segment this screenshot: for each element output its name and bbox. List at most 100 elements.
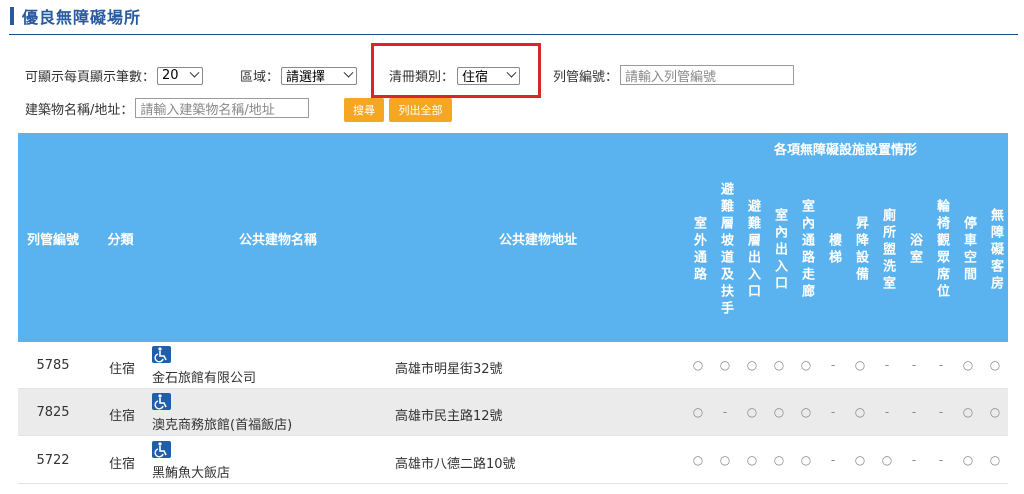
table-header: 列管編號 分類 公共建物名稱 公共建物地址 各項無障礙設施設置情形 室外通路 避難… (18, 133, 1008, 342)
header-facility-4: 室內通路走廊 (793, 158, 819, 342)
facility-mark: - (722, 405, 728, 419)
chevron-down-icon (189, 67, 200, 78)
facility-mark: ○ (746, 358, 758, 372)
cell-serial: 5722 (36, 453, 70, 468)
facility-mark: - (884, 405, 890, 419)
header-facility-9: 輪椅觀眾席位 (928, 158, 954, 342)
cell-category: 住宿 (108, 409, 135, 424)
row-divider (18, 483, 1008, 484)
header-facility-11: 無障礙客房 (982, 158, 1008, 342)
facility-mark: ○ (773, 453, 785, 467)
facility-mark: ○ (773, 405, 785, 419)
list-all-button[interactable]: 列出全部 (389, 98, 452, 122)
facility-mark: - (830, 405, 836, 419)
facility-mark: ○ (692, 358, 704, 372)
row-divider (18, 435, 1008, 436)
serial-input[interactable]: 請輸入列管編號 (620, 65, 795, 85)
cell-address: 高雄市明星街32號 (395, 362, 503, 377)
cell-category: 住宿 (108, 362, 135, 377)
facility-mark: ○ (854, 358, 866, 372)
facility-mark: ○ (989, 358, 1001, 372)
facility-mark: ○ (962, 453, 974, 467)
header-facility-label: 避難層坡道及扶手 (718, 182, 733, 318)
cell-serial: 7825 (36, 405, 70, 420)
per-page-select[interactable]: 20 (157, 66, 204, 85)
per-page-filter: 可顯示每頁顯示筆數： 20 (25, 66, 204, 85)
district-select[interactable]: 請選擇 (281, 66, 358, 85)
facility-mark: - (884, 358, 890, 372)
header-facility-label: 浴室 (907, 233, 922, 267)
district-value: 請選擇 (286, 70, 326, 85)
per-page-value: 20 (162, 68, 179, 83)
facility-mark: ○ (854, 405, 866, 419)
facility-mark: ○ (989, 405, 1001, 419)
table-row[interactable]: 5785 住宿 金石旅館有限公司 高雄市明星街32號 ○ ○ ○ ○ ○ - ○ - - - ○ ○ (18, 342, 1008, 389)
cell-serial: 5785 (36, 358, 70, 373)
cell-name[interactable]: 金石旅館有限公司 (152, 367, 412, 386)
facility-mark: ○ (800, 405, 812, 419)
chevron-down-icon (343, 67, 354, 78)
header-facilities-group: 各項無障礙設施設置情形 (773, 143, 917, 158)
header-facility-1: 避難層坡道及扶手 (712, 158, 738, 342)
header-facility-label: 廁所盥洗室 (880, 207, 895, 293)
table-row[interactable]: 7825 住宿 澳克商務旅館(首福飯店) 高雄市民主路12號 ○ - ○ ○ ○ - ○ - - - ○ ○ (18, 389, 1008, 436)
search-button[interactable]: 搜尋 (344, 98, 384, 122)
cell-address: 高雄市民主路12號 (395, 409, 503, 424)
header-address: 公共建物地址 (498, 233, 577, 248)
header-facility-5: 樓梯 (820, 158, 846, 342)
facility-mark: - (911, 358, 917, 372)
header-facility-label: 輪椅觀眾席位 (934, 199, 949, 301)
facility-mark: ○ (746, 453, 758, 467)
header-facility-3: 室內出入口 (766, 158, 792, 342)
header-facility-label: 停車空間 (961, 216, 976, 284)
serial-label: 列管編號： (553, 69, 619, 85)
header-facility-label: 無障礙客房 (988, 207, 1003, 293)
cell-address: 高雄市八德二路10號 (395, 457, 516, 472)
facility-mark: - (938, 405, 944, 419)
header-facility-label: 室內出入口 (772, 207, 787, 293)
header-name: 公共建物名稱 (238, 233, 317, 248)
per-page-label: 可顯示每頁顯示筆數： (25, 70, 156, 85)
header-facility-2: 避難層出入口 (739, 158, 765, 342)
facility-mark: ○ (746, 405, 758, 419)
facility-mark: ○ (962, 358, 974, 372)
cell-category: 住宿 (108, 457, 135, 472)
facility-mark: - (830, 358, 836, 372)
name-filter: 建築物名稱/地址： 請輸入建築物名稱/地址 (25, 98, 310, 118)
header-facility-label: 室內通路走廊 (799, 199, 814, 301)
district-label: 區域： (240, 70, 280, 85)
serial-filter: 列管編號： 請輸入列管編號 (553, 65, 795, 85)
facility-mark: ○ (773, 358, 785, 372)
header-facility-label: 避難層出入口 (745, 199, 760, 301)
table-row[interactable]: 5722 住宿 黑鮪魚大飯店 高雄市八德二路10號 ○ ○ ○ ○ ○ - ○ ○ - - ○ ○ (18, 437, 1008, 484)
facility-mark: ○ (719, 358, 731, 372)
name-label: 建築物名稱/地址： (25, 102, 134, 118)
header-category: 分類 (107, 233, 134, 248)
facility-mark: ○ (800, 358, 812, 372)
header-facility-7: 廁所盥洗室 (874, 158, 900, 342)
header-facility-0: 室外通路 (685, 158, 711, 342)
district-filter: 區域： 請選擇 (240, 66, 358, 85)
header-serial: 列管編號 (26, 233, 79, 248)
facility-mark: - (911, 405, 917, 419)
facility-mark: ○ (719, 453, 731, 467)
facility-mark: ○ (692, 405, 704, 419)
header-facility-label: 室外通路 (691, 216, 706, 284)
facility-mark: - (830, 453, 836, 467)
wheelchair-icon (152, 346, 171, 363)
facility-mark: - (938, 358, 944, 372)
name-input[interactable]: 請輸入建築物名稱/地址 (135, 98, 310, 118)
category-highlight-box (371, 43, 541, 98)
facility-mark: ○ (989, 453, 1001, 467)
facility-mark: ○ (962, 405, 974, 419)
cell-name[interactable]: 黑鮪魚大飯店 (152, 462, 412, 481)
wheelchair-icon (152, 441, 171, 458)
facility-mark: ○ (800, 453, 812, 467)
header-facility-10: 停車空間 (955, 158, 981, 342)
cell-name[interactable]: 澳克商務旅館(首福飯店) (152, 414, 412, 433)
header-facility-6: 昇降設備 (847, 158, 873, 342)
header-facility-label: 昇降設備 (853, 216, 868, 284)
facility-mark: - (938, 453, 944, 467)
facility-mark: - (911, 453, 917, 467)
wheelchair-icon (152, 393, 171, 410)
